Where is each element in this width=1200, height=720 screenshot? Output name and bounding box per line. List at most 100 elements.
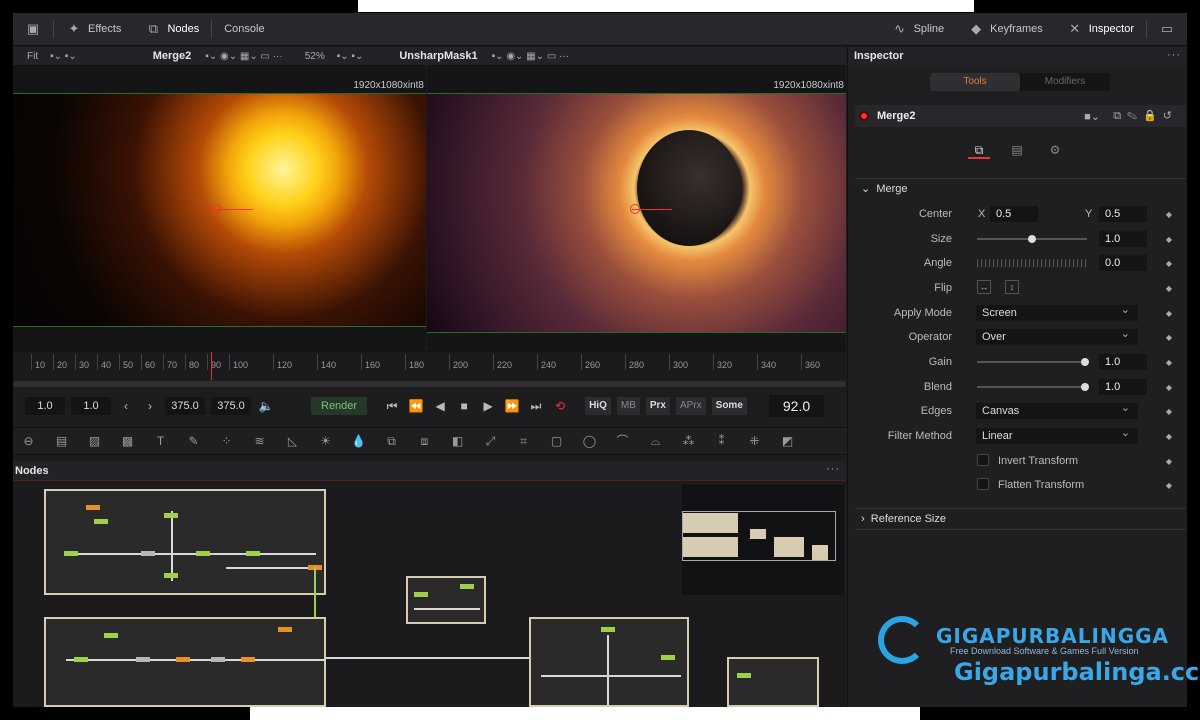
global-in-field[interactable]: 1.0 [25, 397, 65, 415]
color-swatch-icon[interactable]: ■⌄ [1084, 110, 1100, 123]
aprx-toggle[interactable]: APrx [675, 397, 706, 415]
spline-button[interactable]: ∿ Spline [880, 13, 957, 46]
render-in-field[interactable]: 1.0 [71, 397, 111, 415]
node[interactable] [601, 627, 615, 632]
go-to-start-icon[interactable]: ⏮ [383, 399, 401, 414]
angle-field[interactable]: 0.0 [1099, 255, 1147, 271]
bspline-mask-icon[interactable]: ⌓ [646, 433, 665, 449]
image-plane-icon[interactable]: ▩ [118, 433, 137, 449]
shape-3d-icon[interactable]: ◩ [778, 433, 797, 449]
gain-slider[interactable] [977, 358, 1089, 366]
keyframe-diamond-icon[interactable]: ◆ [1166, 383, 1172, 392]
node[interactable] [164, 573, 178, 578]
blend-slider-knob[interactable] [1081, 383, 1089, 391]
keyframe-diamond-icon[interactable]: ◆ [1166, 235, 1172, 244]
stop-icon[interactable]: ■ [455, 399, 473, 413]
inspector-button[interactable]: ✕ Inspector [1055, 13, 1146, 46]
chevron-left-icon[interactable]: ‹ [117, 399, 135, 413]
keyframe-diamond-icon[interactable]: ◆ [1166, 457, 1172, 466]
keyframe-diamond-icon[interactable]: ◆ [1166, 333, 1172, 342]
particles-icon[interactable]: ⁘ [217, 433, 236, 449]
transform-icon[interactable]: ⧉ [382, 433, 401, 449]
node[interactable] [246, 551, 260, 556]
loader-icon[interactable]: ⊖ [19, 433, 38, 449]
playhead[interactable] [211, 352, 212, 380]
channel-boolean-icon[interactable]: ◧ [448, 433, 467, 449]
fit-dropdown[interactable]: Fit [21, 51, 44, 62]
flip-horizontal-icon[interactable]: ↔ [977, 280, 991, 294]
rectangle-mask-icon[interactable]: ▢ [547, 433, 566, 449]
timeline-scrollbar[interactable] [13, 381, 846, 387]
step-back-icon[interactable]: ⏪ [407, 399, 425, 413]
keyframe-diamond-icon[interactable]: ◆ [1166, 210, 1172, 219]
fullscreen-button[interactable]: ▭ [1147, 13, 1187, 46]
crop-icon[interactable]: ⌗ [514, 433, 533, 449]
particle-force-icon[interactable]: ⁜ [745, 433, 764, 449]
speaker-icon[interactable]: 🔈 [257, 399, 275, 413]
operator-dropdown[interactable]: Over [976, 326, 1138, 345]
reference-size-section[interactable]: › Reference Size [855, 508, 1186, 530]
channels-tab-icon[interactable]: ▤ [1006, 143, 1028, 159]
paint-brush-icon[interactable]: ✎ [184, 433, 203, 449]
polygon-mask-icon[interactable]: ⌒ [613, 433, 632, 449]
blend-slider[interactable] [977, 383, 1089, 391]
node-group[interactable] [406, 576, 486, 624]
chevron-right-icon[interactable]: › [141, 399, 159, 413]
brightness-icon[interactable]: ☀ [316, 433, 335, 449]
node[interactable] [86, 505, 100, 510]
node[interactable] [196, 551, 210, 556]
background-icon[interactable]: ▨ [85, 433, 104, 449]
zoom-dropdown[interactable]: 52% [299, 51, 331, 62]
text-icon[interactable]: T [151, 433, 170, 449]
fast-noise-icon[interactable]: ≋ [250, 433, 269, 449]
render-button[interactable]: Render [311, 397, 368, 415]
controls-tab-icon[interactable]: ⧉ [968, 143, 990, 159]
view-options-icon-right[interactable]: ▪⌄ ▪⌄ [331, 51, 370, 62]
node[interactable] [737, 673, 751, 678]
hiq-toggle[interactable]: HiQ [585, 397, 611, 415]
size-slider[interactable] [977, 235, 1087, 243]
node[interactable] [211, 657, 225, 662]
keyframe-diamond-icon[interactable]: ◆ [1166, 284, 1172, 293]
node-group[interactable] [727, 657, 819, 707]
node[interactable] [64, 551, 78, 556]
keyframe-diamond-icon[interactable]: ◆ [1166, 358, 1172, 367]
node[interactable] [141, 551, 155, 556]
some-toggle[interactable]: Some [711, 397, 747, 415]
gain-field[interactable]: 1.0 [1099, 354, 1147, 370]
panel-menu-button[interactable]: ▣ [13, 13, 53, 46]
node[interactable] [241, 657, 255, 662]
keyframe-diamond-icon[interactable]: ◆ [1166, 259, 1172, 268]
global-out-field[interactable]: 375.0 [211, 397, 251, 415]
center-x-field[interactable]: 0.5 [990, 206, 1038, 222]
node[interactable] [460, 584, 474, 589]
particle-emitter-icon[interactable]: ⁂ [679, 433, 698, 449]
keyframe-diamond-icon[interactable]: ◆ [1166, 481, 1172, 490]
flatten-transform-checkbox[interactable] [977, 478, 989, 490]
node[interactable] [661, 655, 675, 660]
render-out-field[interactable]: 375.0 [165, 397, 205, 415]
viewer-right[interactable]: 1920x1080xint8 [427, 65, 846, 351]
apply-mode-dropdown[interactable]: Screen [976, 302, 1138, 321]
node-editor[interactable] [13, 481, 846, 707]
timeline-ruler[interactable]: 10 20 30 40 50 60 70 80 90 100 120 140 160 180 200 220 2… [13, 351, 846, 380]
console-button[interactable]: Console [212, 13, 276, 46]
saver-icon[interactable]: ▤ [52, 433, 71, 449]
merge-section[interactable]: ⌄ Merge [855, 178, 1186, 198]
view-options-icon[interactable]: ▪⌄ ▪⌄ [44, 51, 83, 62]
ellipse-mask-icon[interactable]: ◯ [580, 433, 599, 449]
tab-tools[interactable]: Tools [930, 73, 1020, 91]
resize-icon[interactable]: ⤢ [481, 433, 500, 449]
node[interactable] [104, 633, 118, 638]
tool-enable-icon[interactable] [859, 111, 869, 121]
nodes-options-icon[interactable]: ··· [826, 463, 840, 475]
go-to-end-icon[interactable]: ⏭ [527, 399, 545, 414]
keyframe-diamond-icon[interactable]: ◆ [1166, 432, 1172, 441]
settings-tab-icon[interactable]: ⚙ [1044, 143, 1066, 159]
node-group[interactable] [44, 489, 326, 595]
node-minimap[interactable] [682, 485, 844, 595]
node[interactable] [74, 657, 88, 662]
current-frame-field[interactable]: 92.0 [768, 395, 825, 417]
node[interactable] [136, 657, 150, 662]
effects-button[interactable]: ✦ Effects [54, 13, 133, 46]
